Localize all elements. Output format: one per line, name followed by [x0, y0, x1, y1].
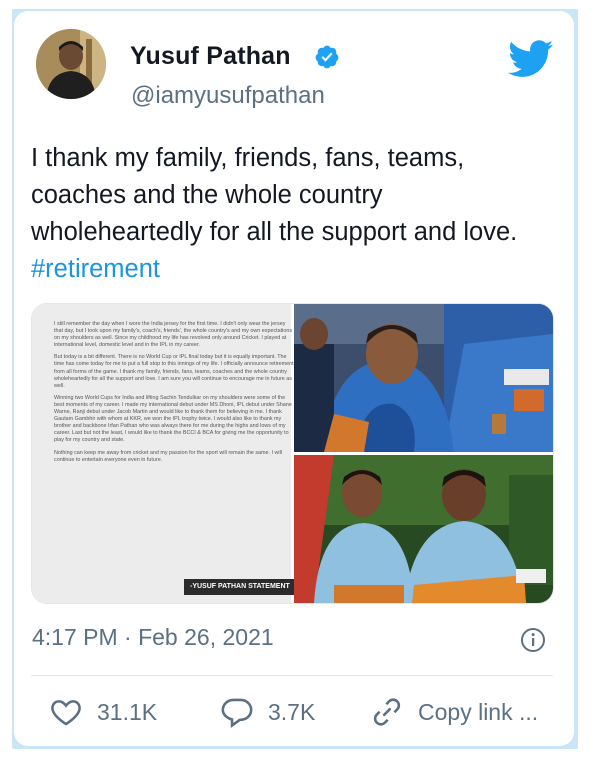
statement-paragraph: But today is a bit different. There is n… [54, 354, 294, 389]
statement-paragraph: Winning two World Cups for India and lif… [54, 394, 292, 444]
heart-icon [51, 700, 81, 726]
verified-badge-icon [315, 45, 339, 69]
statement-text: I still remember the day when I wore the… [54, 321, 294, 566]
statement-signature: -YUSUF PATHAN STATEMENT [184, 579, 297, 595]
reply-button[interactable]: 3.7K [220, 689, 315, 735]
media-grid[interactable]: I still remember the day when I wore the… [31, 303, 554, 604]
info-icon[interactable] [520, 627, 546, 653]
photo-celebration[interactable] [294, 304, 553, 452]
reply-bubble-icon [221, 698, 253, 728]
link-icon [373, 698, 401, 726]
divider [31, 675, 553, 676]
tweet-timestamp[interactable]: 4:17 PM · Feb 26, 2021 [32, 624, 274, 651]
avatar[interactable] [36, 29, 106, 99]
like-button[interactable]: 31.1K [49, 689, 157, 735]
statement-image[interactable]: I still remember the day when I wore the… [32, 304, 297, 603]
tweet-card: Yusuf Pathan @iamyusufpathan I thank my … [14, 11, 574, 746]
hashtag-link[interactable]: #retirement [31, 255, 160, 283]
author-handle[interactable]: @iamyusufpathan [131, 82, 325, 110]
copy-link-label: Copy link ... [418, 698, 539, 725]
copy-link-button[interactable]: Copy link ... [370, 689, 538, 735]
statement-paragraph: I still remember the day when I wore the… [54, 321, 293, 349]
twitter-bird-icon[interactable] [508, 40, 554, 78]
like-count: 31.1K [97, 698, 158, 725]
tweet-actions: 31.1K 3.7K Copy link ... [31, 689, 571, 735]
photo-brothers[interactable] [294, 455, 553, 603]
reply-count: 3.7K [268, 698, 316, 725]
statement-paragraph: Nothing can keep me away from cricket an… [54, 449, 282, 463]
tweet-text: I thank my family, friends, fans, teams,… [31, 140, 551, 288]
author-name[interactable]: Yusuf Pathan [130, 42, 291, 71]
tweet-text-main: I thank my family, friends, fans, teams,… [31, 144, 518, 246]
